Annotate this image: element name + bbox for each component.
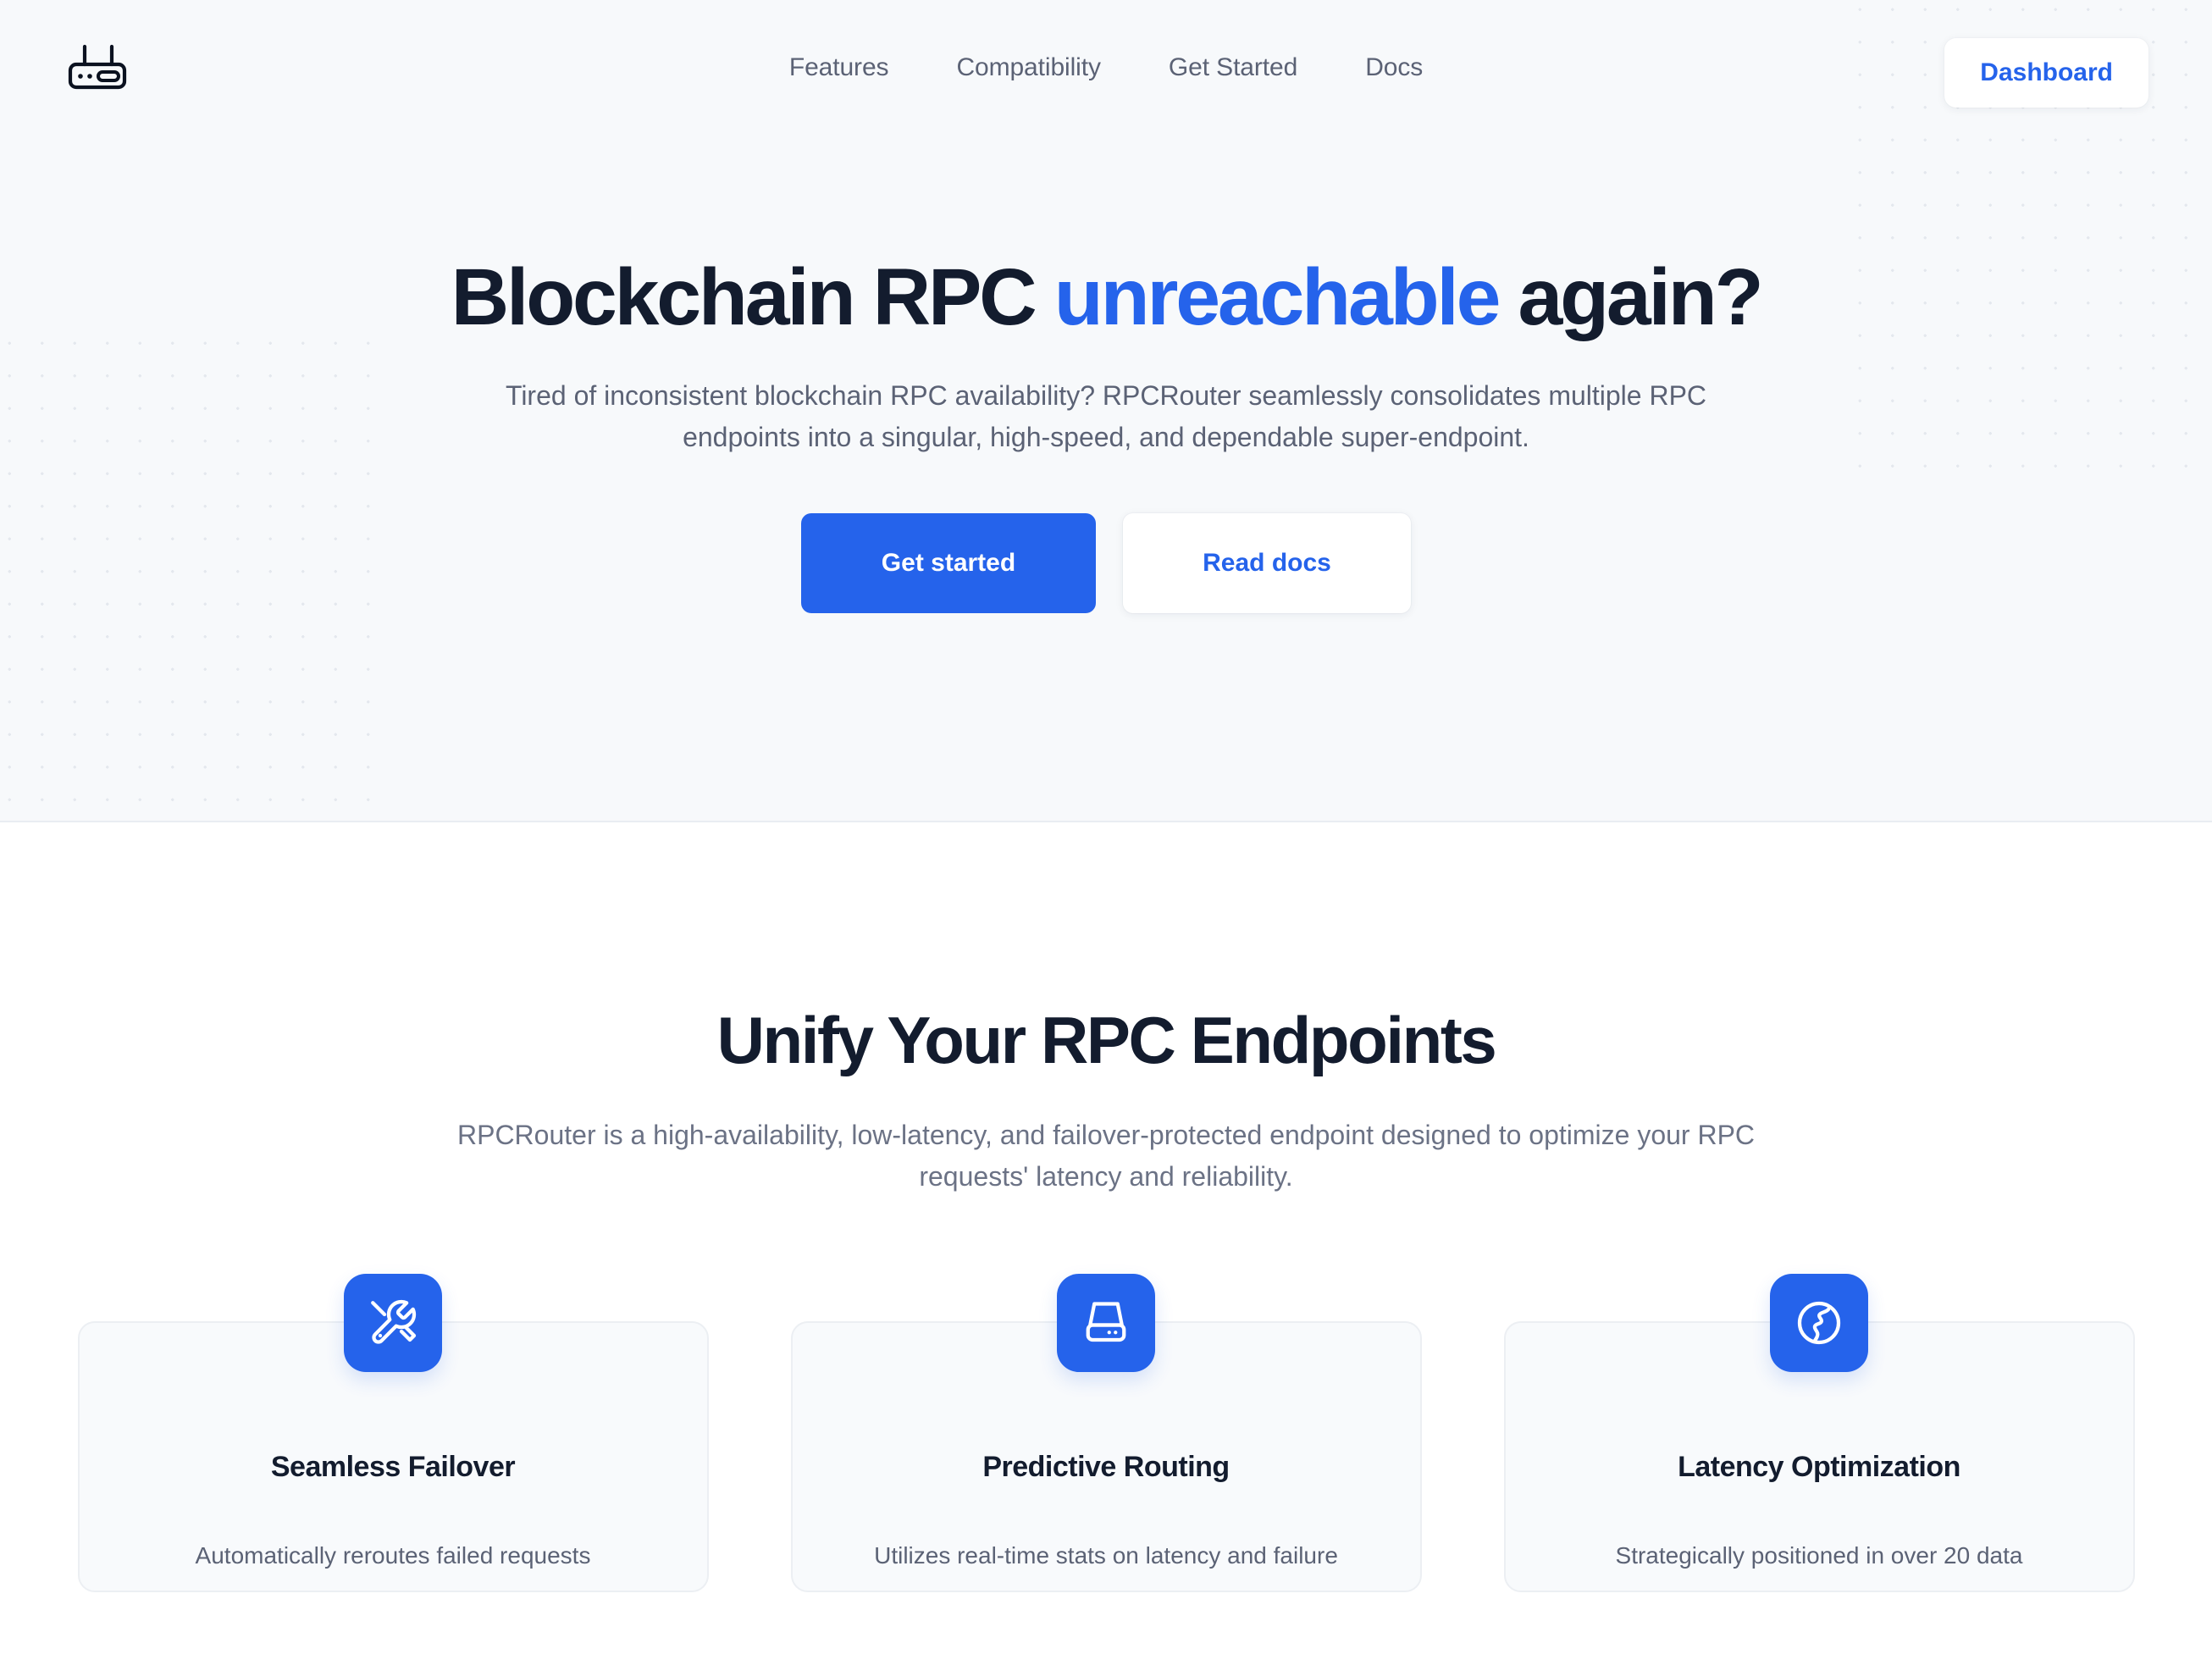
nav-link-features[interactable]: Features <box>789 53 889 83</box>
feature-card-description: Strategically positioned in over 20 data <box>1615 1541 2023 1569</box>
feature-card-list: Seamless Failover Automatically reroutes… <box>0 1273 2212 1592</box>
feature-card-title: Predictive Routing <box>982 1450 1230 1483</box>
feature-card-title: Latency Optimization <box>1678 1450 1960 1483</box>
hero-subtitle: Tired of inconsistent blockchain RPC ava… <box>505 379 1707 453</box>
features-subtitle: RPCRouter is a high-availability, low-la… <box>456 1119 1756 1192</box>
read-docs-button[interactable]: Read docs <box>1123 512 1411 613</box>
hero-title-part2: again? <box>1498 252 1763 342</box>
nav-link-compatibility[interactable]: Compatibility <box>956 53 1101 83</box>
nav-link-docs[interactable]: Docs <box>1365 53 1423 83</box>
feature-card-predictive-routing[interactable]: Predictive Routing Utilizes real-time st… <box>790 1273 1422 1592</box>
feature-card-description: Utilizes real-time stats on latency and … <box>874 1541 1338 1569</box>
globe-icon <box>1770 1273 1868 1372</box>
feature-card-title: Seamless Failover <box>270 1450 516 1483</box>
hero-cta-group: Get started Read docs <box>801 512 1411 613</box>
tools-icon <box>344 1273 442 1372</box>
hero-content: Blockchain RPC unreachable again? Tired … <box>0 254 2212 613</box>
get-started-button[interactable]: Get started <box>801 512 1096 613</box>
hero-title-accent: unreachable <box>1053 252 1501 342</box>
feature-card-description: Automatically reroutes failed requests <box>195 1541 591 1569</box>
top-navigation-bar: Features Compatibility Get Started Docs … <box>0 0 2212 146</box>
hero-section: Features Compatibility Get Started Docs … <box>0 0 2212 822</box>
server-icon <box>1057 1273 1155 1372</box>
hero-title-part1: Blockchain RPC <box>451 252 1054 342</box>
features-section: Unify Your RPC Endpoints RPCRouter is a … <box>0 822 2212 1592</box>
dashboard-button[interactable]: Dashboard <box>1944 38 2148 108</box>
feature-card-seamless-failover[interactable]: Seamless Failover Automatically reroutes… <box>77 1273 709 1592</box>
features-title: Unify Your RPC Endpoints <box>716 1003 1497 1077</box>
nav-links: Features Compatibility Get Started Docs <box>0 53 2212 83</box>
feature-card-latency-optimization[interactable]: Latency Optimization Strategically posit… <box>1503 1273 2135 1592</box>
nav-link-get-started[interactable]: Get Started <box>1169 53 1297 83</box>
hero-title: Blockchain RPC unreachable again? <box>451 252 1764 342</box>
